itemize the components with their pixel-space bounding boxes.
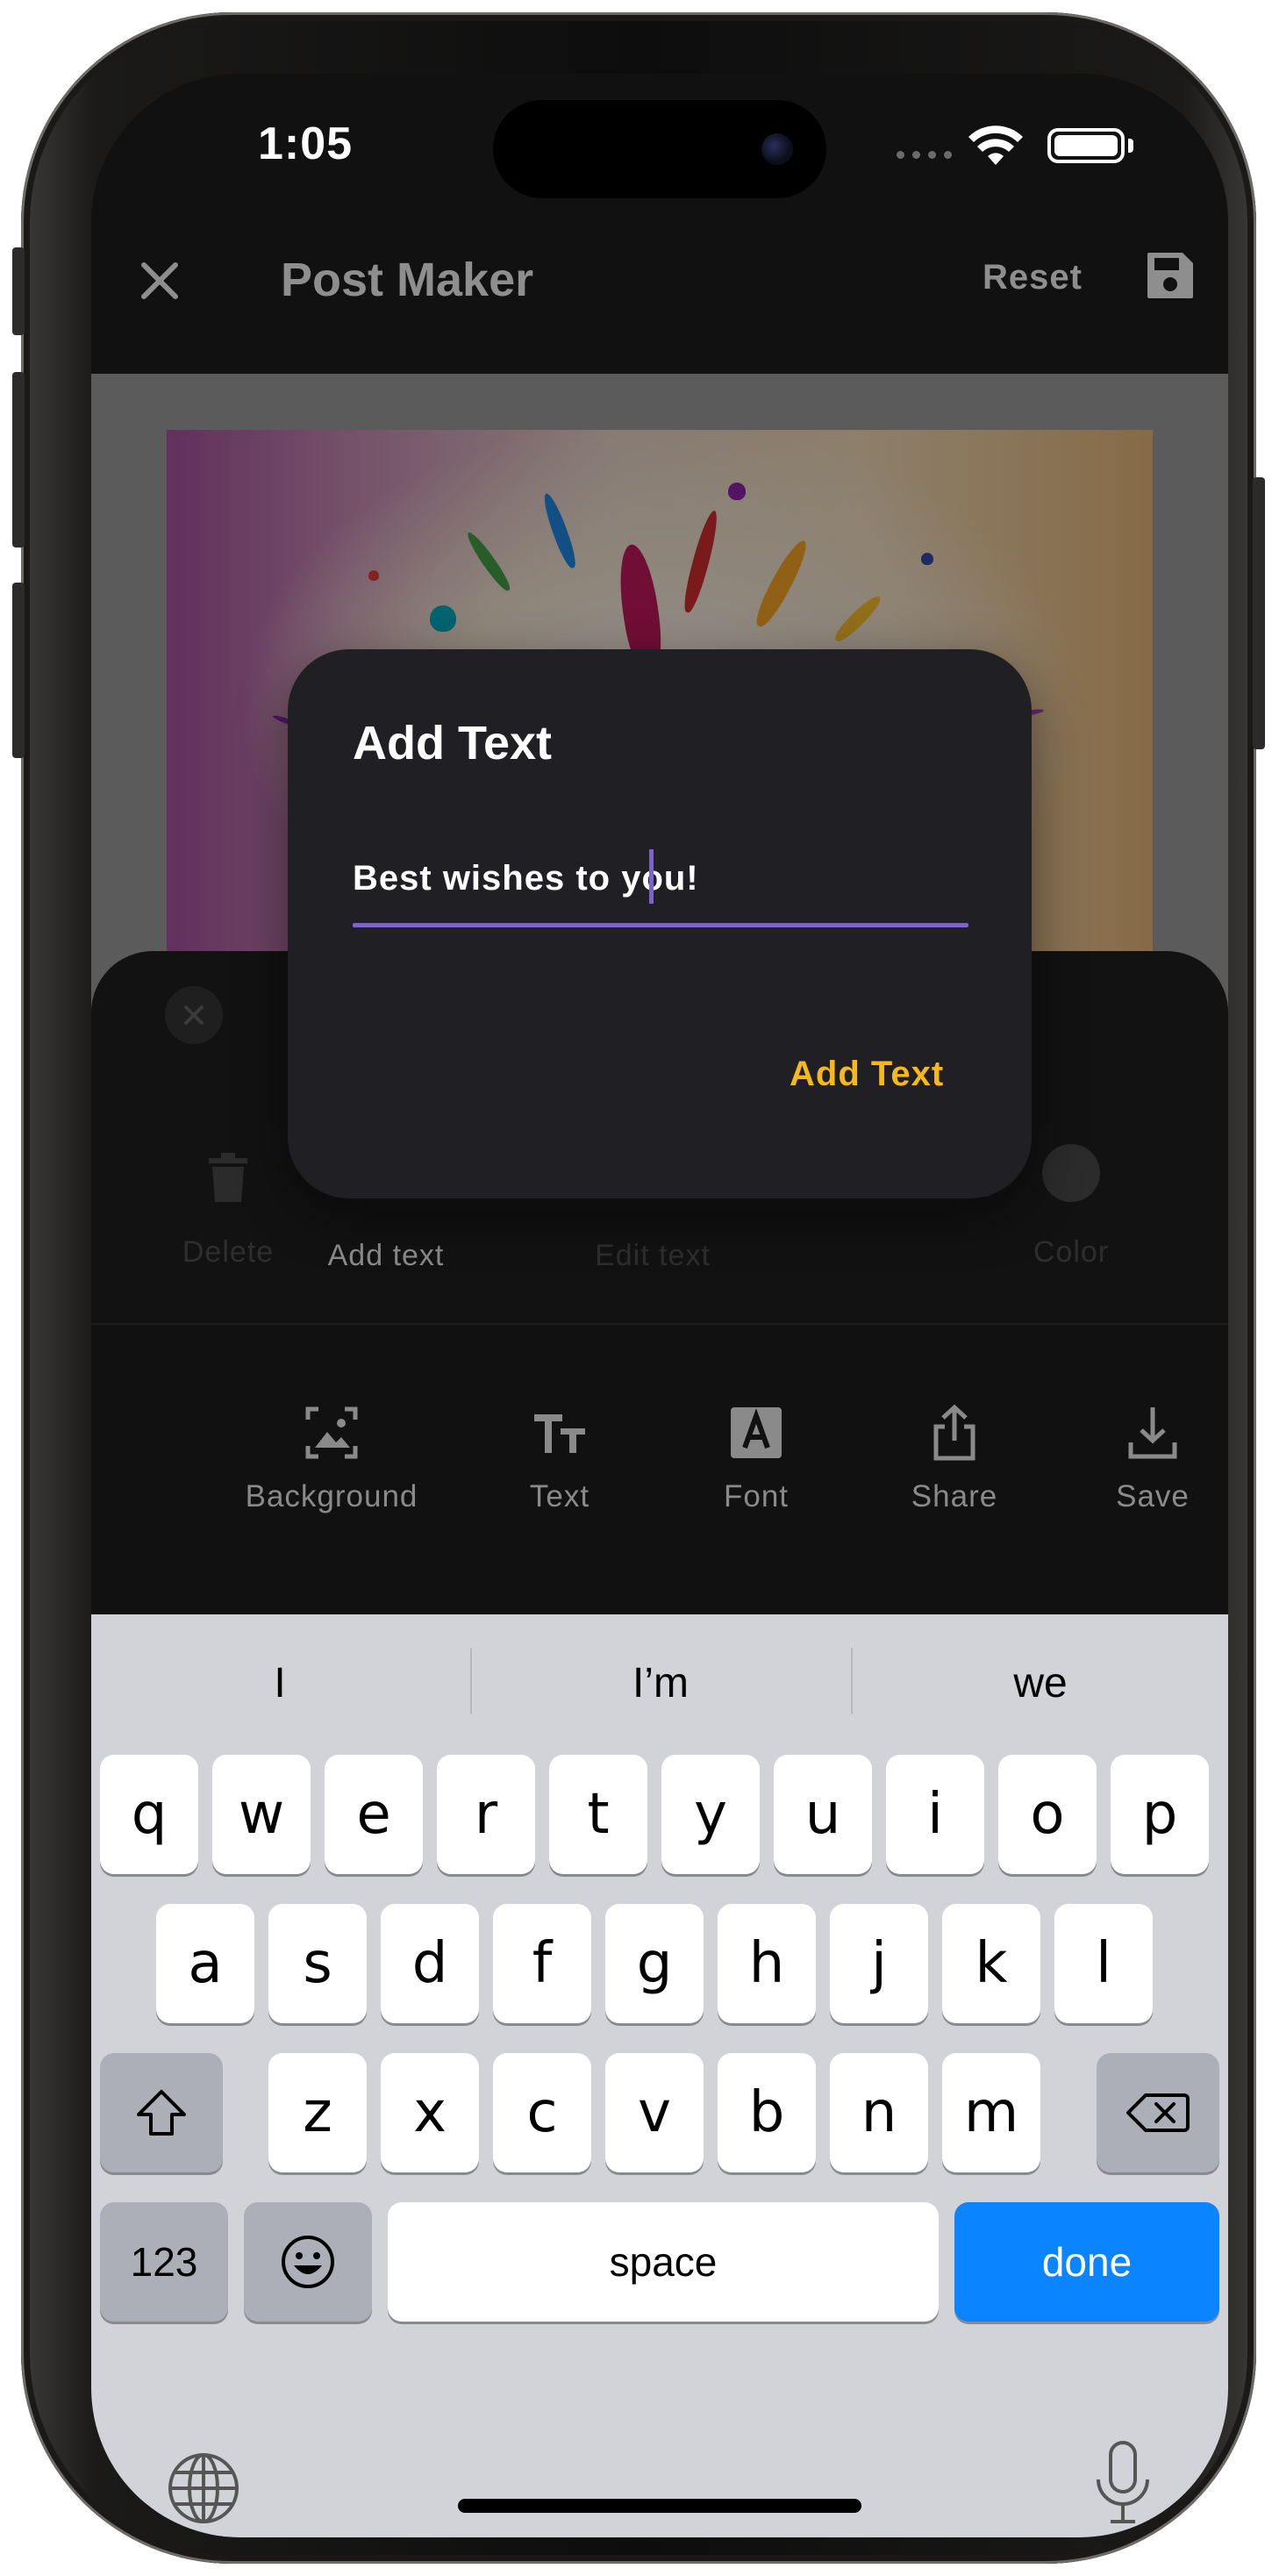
power-button <box>1253 477 1265 749</box>
text-tool-label: Text <box>529 1479 590 1513</box>
key-b[interactable]: b <box>718 2053 816 2172</box>
key-u[interactable]: u <box>774 1755 872 1874</box>
background-tool[interactable]: Background <box>226 1404 437 1514</box>
key-r[interactable]: r <box>437 1755 535 1874</box>
key-a[interactable]: a <box>156 1904 254 2023</box>
key-q[interactable]: q <box>100 1755 198 1874</box>
backspace-key[interactable] <box>1097 2053 1219 2172</box>
wifi-icon <box>968 125 1023 165</box>
close-icon[interactable] <box>135 256 184 305</box>
cellular-signal-icon <box>897 151 952 159</box>
save-tool-label: Save <box>1116 1479 1190 1513</box>
shift-key[interactable] <box>100 2053 223 2172</box>
text-input[interactable] <box>353 848 968 909</box>
key-o[interactable]: o <box>998 1755 1097 1874</box>
numbers-key[interactable]: 123 <box>100 2202 228 2322</box>
share-icon <box>933 1404 975 1461</box>
battery-icon <box>1047 128 1125 163</box>
app-bar: Post Maker Reset <box>91 214 1228 374</box>
action-button <box>12 247 25 335</box>
text-cursor <box>649 849 654 904</box>
volume-up-button <box>12 372 25 547</box>
edit-text-button[interactable]: Edit text <box>556 1239 749 1273</box>
sheet-close-button[interactable] <box>165 986 223 1044</box>
image-frame-icon <box>305 1406 358 1459</box>
suggestion-3[interactable]: we <box>853 1614 1228 1751</box>
key-p[interactable]: p <box>1111 1755 1209 1874</box>
key-h[interactable]: h <box>718 1904 816 2023</box>
background-tool-label: Background <box>245 1479 418 1513</box>
trash-icon <box>209 1153 247 1202</box>
screen: 1:05 Post Maker Reset Delete Add text Ed… <box>91 74 1228 2537</box>
color-swatch-icon <box>1042 1144 1100 1202</box>
delete-button[interactable]: Delete <box>167 1235 289 1270</box>
key-y[interactable]: y <box>661 1755 760 1874</box>
done-key[interactable]: done <box>954 2202 1219 2322</box>
key-s[interactable]: s <box>268 1904 367 2023</box>
suggestion-2[interactable]: I’m <box>472 1614 849 1751</box>
key-w[interactable]: w <box>212 1755 311 1874</box>
shift-arrow-icon <box>137 2090 186 2136</box>
share-tool-label: Share <box>911 1479 998 1513</box>
key-m[interactable]: m <box>942 2053 1040 2172</box>
status-time: 1:05 <box>258 118 354 169</box>
key-n[interactable]: n <box>830 2053 928 2172</box>
add-text-dialog: Add Text Add Text <box>288 649 1032 1199</box>
camera-icon <box>761 133 793 165</box>
text-tool[interactable]: Text <box>454 1404 665 1514</box>
dynamic-island <box>493 100 826 198</box>
key-z[interactable]: z <box>268 2053 367 2172</box>
key-x[interactable]: x <box>381 2053 479 2172</box>
key-c[interactable]: c <box>493 2053 591 2172</box>
page-title: Post Maker <box>281 254 534 306</box>
dialog-title: Add Text <box>353 717 552 769</box>
key-g[interactable]: g <box>605 1904 704 2023</box>
share-tool[interactable]: Share <box>849 1404 1060 1514</box>
suggestion-1[interactable]: I <box>91 1614 468 1751</box>
font-tool[interactable]: Font <box>651 1404 861 1514</box>
globe-icon[interactable] <box>167 2451 240 2525</box>
backspace-icon <box>1126 2093 1190 2132</box>
color-button[interactable]: Color <box>1014 1235 1128 1270</box>
emoji-key[interactable] <box>244 2202 372 2322</box>
emoji-icon <box>282 2236 334 2288</box>
key-i[interactable]: i <box>886 1755 984 1874</box>
microphone-icon[interactable] <box>1088 2439 1158 2527</box>
home-indicator[interactable] <box>458 2499 861 2513</box>
phone-frame: 1:05 Post Maker Reset Delete Add text Ed… <box>12 12 1265 2564</box>
key-l[interactable]: l <box>1054 1904 1153 2023</box>
space-key[interactable]: space <box>388 2202 939 2322</box>
text-size-icon <box>534 1414 585 1453</box>
volume-down-button <box>12 583 25 758</box>
key-e[interactable]: e <box>325 1755 423 1874</box>
key-d[interactable]: d <box>381 1904 479 2023</box>
save-tool[interactable]: Save <box>1047 1404 1228 1514</box>
keyboard: I I’m we q w e r t y u i o p a s d f g h… <box>91 1614 1228 2537</box>
reset-button[interactable]: Reset <box>983 258 1083 297</box>
key-f[interactable]: f <box>493 1904 591 2023</box>
input-underline <box>353 923 968 927</box>
font-tool-label: Font <box>723 1479 790 1513</box>
key-v[interactable]: v <box>605 2053 704 2172</box>
download-icon <box>1128 1407 1177 1459</box>
key-k[interactable]: k <box>942 1904 1040 2023</box>
save-icon[interactable] <box>1144 249 1197 302</box>
add-text-button[interactable]: Add text <box>272 1239 500 1273</box>
status-bar: 1:05 <box>91 74 1228 214</box>
bottom-toolbar: Background Text Font Share Save <box>91 1325 1228 1627</box>
key-t[interactable]: t <box>549 1755 647 1874</box>
key-j[interactable]: j <box>830 1904 928 2023</box>
font-icon <box>731 1407 782 1458</box>
close-icon <box>184 1005 204 1025</box>
add-text-confirm-button[interactable]: Add Text <box>790 1055 944 1094</box>
